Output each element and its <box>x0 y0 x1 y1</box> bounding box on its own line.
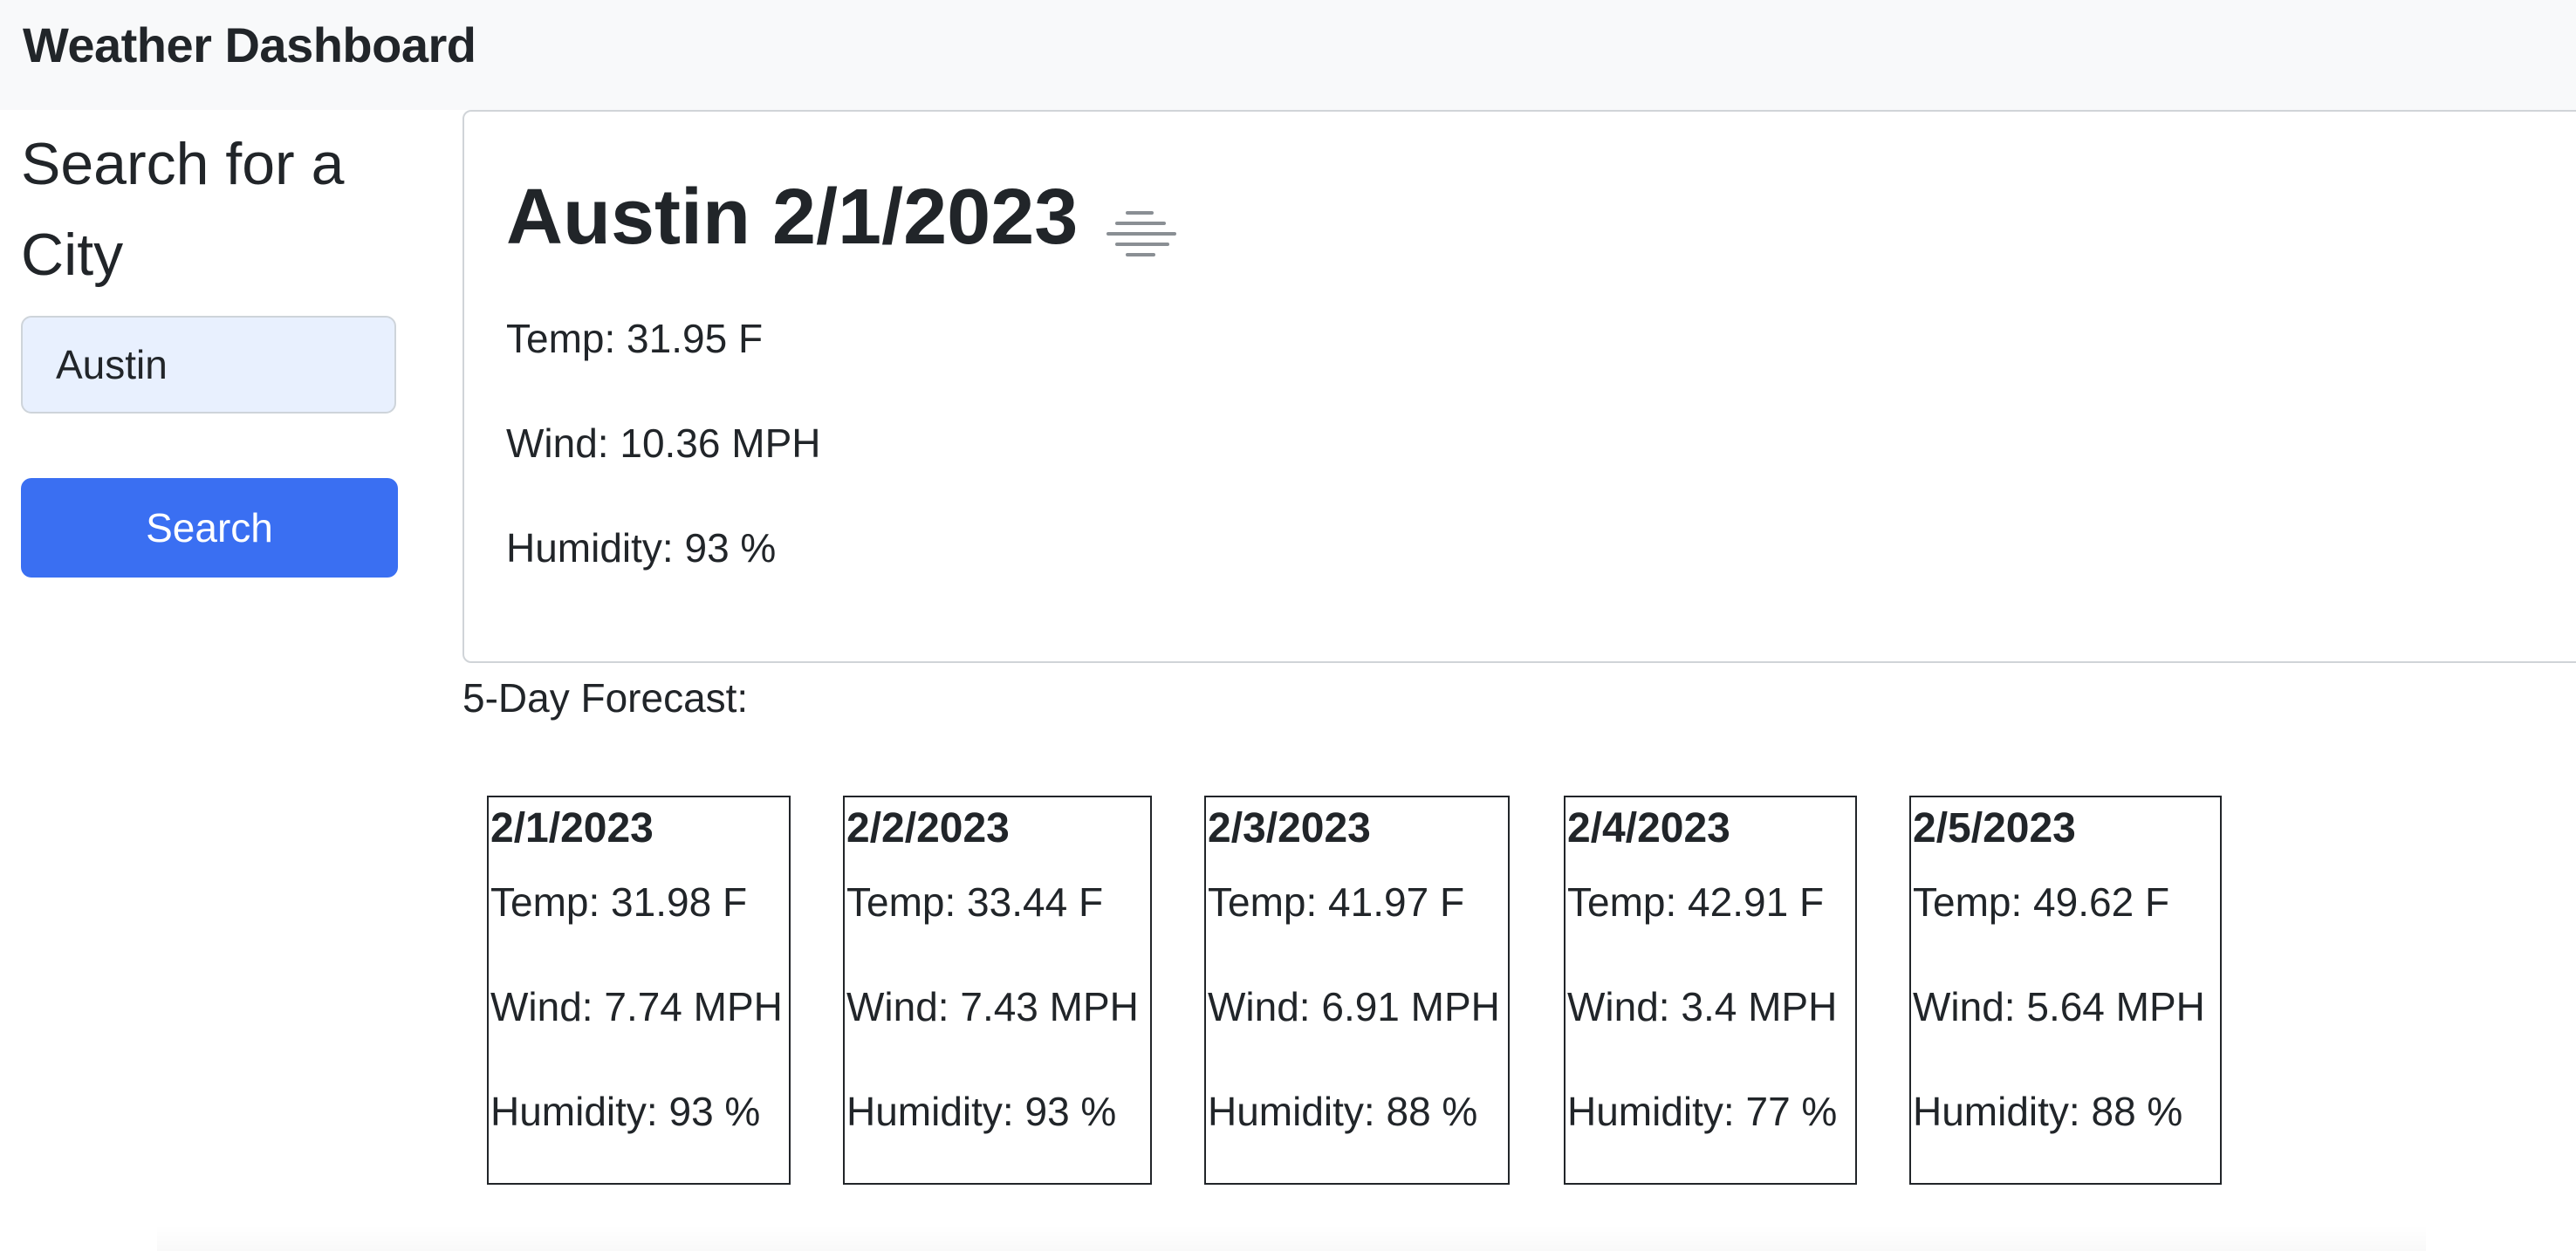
brand-title[interactable]: Weather Dashboard <box>23 16 476 75</box>
forecast-temp: Temp: 33.44 F <box>846 879 1104 925</box>
forecast-wind: Wind: 5.64 MPH <box>1913 984 2205 1029</box>
navbar: Weather Dashboard <box>0 0 2576 110</box>
forecast-wind: Wind: 3.4 MPH <box>1567 984 1838 1029</box>
forecast-date: 2/4/2023 <box>1567 805 1730 851</box>
current-humidity: Humidity: 93 % <box>506 525 777 571</box>
forecast-card: 2/4/2023 Temp: 42.91 F Wind: 3.4 MPH Hum… <box>1564 796 1857 1185</box>
footer-shadow <box>157 1225 2426 1251</box>
forecast-temp: Temp: 49.62 F <box>1913 879 2170 925</box>
forecast-wind: Wind: 7.74 MPH <box>490 984 783 1029</box>
forecast-temp: Temp: 42.91 F <box>1567 879 1825 925</box>
forecast-card: 2/5/2023 Temp: 49.62 F Wind: 5.64 MPH Hu… <box>1909 796 2222 1185</box>
current-city-date: Austin 2/1/2023 <box>506 174 1079 261</box>
forecast-card: 2/3/2023 Temp: 41.97 F Wind: 6.91 MPH Hu… <box>1204 796 1510 1185</box>
search-heading: Search for a City <box>21 131 345 288</box>
current-wind: Wind: 10.36 MPH <box>506 420 821 466</box>
forecast-wind: Wind: 6.91 MPH <box>1208 984 1500 1029</box>
search-button[interactable]: Search <box>21 478 398 578</box>
mist-icon <box>1106 211 1176 256</box>
forecast-humidity: Humidity: 88 % <box>1208 1089 1478 1134</box>
forecast-temp: Temp: 41.97 F <box>1208 879 1465 925</box>
forecast-humidity: Humidity: 93 % <box>490 1089 761 1134</box>
current-temp: Temp: 31.95 F <box>506 316 764 361</box>
forecast-humidity: Humidity: 77 % <box>1567 1089 1838 1134</box>
forecast-temp: Temp: 31.98 F <box>490 879 748 925</box>
current-weather-card: Austin 2/1/2023 Temp: 31.95 F Wind: 10.3… <box>462 110 2576 663</box>
forecast-humidity: Humidity: 93 % <box>846 1089 1117 1134</box>
forecast-date: 2/1/2023 <box>490 805 654 851</box>
forecast-date: 2/3/2023 <box>1208 805 1371 851</box>
forecast-date: 2/2/2023 <box>846 805 1010 851</box>
forecast-date: 2/5/2023 <box>1913 805 2076 851</box>
forecast-humidity: Humidity: 88 % <box>1913 1089 2183 1134</box>
forecast-heading: 5-Day Forecast: <box>462 675 749 721</box>
city-search-input[interactable] <box>21 316 396 414</box>
forecast-card: 2/2/2023 Temp: 33.44 F Wind: 7.43 MPH Hu… <box>843 796 1152 1185</box>
forecast-card: 2/1/2023 Temp: 31.98 F Wind: 7.74 MPH Hu… <box>487 796 791 1185</box>
forecast-wind: Wind: 7.43 MPH <box>846 984 1139 1029</box>
